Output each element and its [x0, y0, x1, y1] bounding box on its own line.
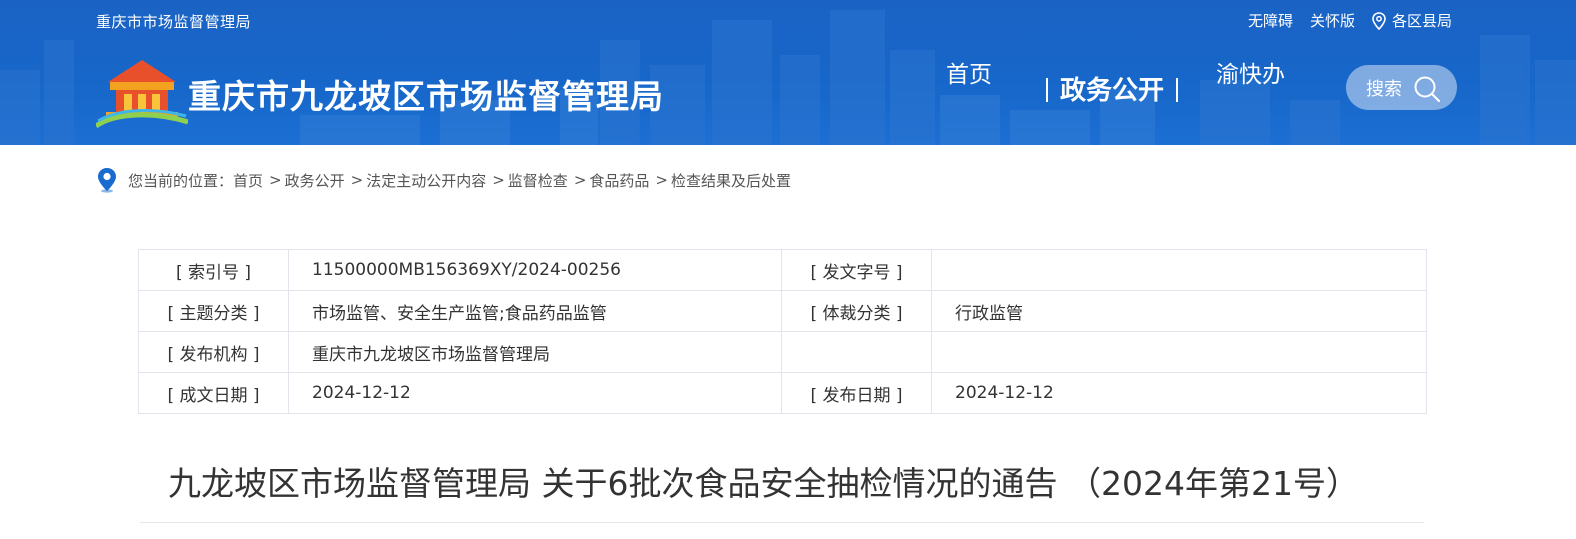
genre-label: [ 体裁分类 ]: [781, 290, 932, 332]
breadcrumb-food-drug[interactable]: 食品药品: [589, 170, 649, 191]
empty-label: [781, 331, 932, 373]
written-date-value: 2024-12-12: [288, 372, 782, 414]
breadcrumb-results[interactable]: 检查结果及后处置: [671, 170, 791, 191]
publisher-label: [ 发布机构 ]: [138, 331, 289, 373]
index-number-value: 11500000MB156369XY/2024-00256: [288, 249, 782, 291]
nav-gov-open-label: 政务公开: [1060, 76, 1165, 106]
table-row: [ 索引号 ] 11500000MB156369XY/2024-00256 [ …: [138, 249, 1427, 291]
publish-date-value: 2024-12-12: [931, 372, 1427, 414]
publisher-value: 重庆市九龙坡区市场监督管理局: [288, 331, 782, 373]
breadcrumb-location-icon: [98, 168, 116, 193]
breadcrumb-separator: >: [492, 171, 505, 189]
breadcrumb-separator: >: [269, 171, 282, 189]
breadcrumb: 您当前的位置： 首页 > 政务公开 > 法定主动公开内容 > 监督检查 > 食品…: [96, 167, 791, 193]
index-number-label: [ 索引号 ]: [138, 249, 289, 291]
site-header: 重庆市市场监督管理局 无障碍 关怀版 各区县局 重庆市九龙坡区市场监督管理局 首…: [0, 0, 1576, 145]
site-name[interactable]: 重庆市九龙坡区市场监督管理局: [188, 70, 664, 118]
empty-value: [931, 331, 1427, 373]
nav-separator: [1046, 78, 1048, 102]
written-date-label: [ 成文日期 ]: [138, 372, 289, 414]
article-title: 九龙坡区市场监督管理局 关于6批次食品安全抽检情况的通告 （2024年第21号）: [168, 464, 1359, 503]
nav-gov-open[interactable]: 政务公开: [1034, 70, 1194, 107]
table-row: [ 主题分类 ] 市场监管、安全生产监管;食品药品监管 [ 体裁分类 ] 行政监…: [138, 290, 1427, 332]
districts-link[interactable]: 各区县局: [1372, 10, 1452, 31]
nav-separator: [1176, 78, 1179, 102]
top-links: 无障碍 关怀版 各区县局: [1231, 10, 1452, 31]
search-button[interactable]: 搜索: [1346, 65, 1457, 110]
search-icon: [1414, 76, 1441, 103]
breadcrumb-statutory-content[interactable]: 法定主动公开内容: [366, 170, 486, 191]
table-row: [ 发布机构 ] 重庆市九龙坡区市场监督管理局: [138, 331, 1427, 373]
breadcrumb-gov-open[interactable]: 政务公开: [285, 170, 345, 191]
table-row: [ 成文日期 ] 2024-12-12 [ 发布日期 ] 2024-12-12: [138, 372, 1427, 414]
care-mode-link[interactable]: 关怀版: [1310, 10, 1355, 31]
breadcrumb-inspection[interactable]: 监督检查: [508, 170, 568, 191]
accessibility-link[interactable]: 无障碍: [1248, 10, 1293, 31]
breadcrumb-separator: >: [655, 171, 668, 189]
breadcrumb-prefix: 您当前的位置：: [128, 171, 234, 190]
topic-label: [ 主题分类 ]: [138, 290, 289, 332]
document-number-label: [ 发文字号 ]: [781, 249, 932, 291]
nav-yu-kuai-ban[interactable]: 渝快办: [1216, 55, 1296, 89]
document-number-value: [931, 249, 1427, 291]
publish-date-label: [ 发布日期 ]: [781, 372, 932, 414]
genre-value: 行政监管: [931, 290, 1427, 332]
breadcrumb-home[interactable]: 首页: [233, 170, 263, 191]
districts-label: 各区县局: [1391, 12, 1452, 30]
breadcrumb-separator: >: [573, 171, 587, 189]
title-divider: [140, 522, 1424, 523]
search-label: 搜索: [1366, 78, 1402, 100]
location-pin-icon: [1372, 11, 1386, 30]
document-meta-table: [ 索引号 ] 11500000MB156369XY/2024-00256 [ …: [138, 249, 1427, 414]
breadcrumb-separator: >: [350, 171, 364, 189]
logo-emblem-icon[interactable]: [96, 54, 188, 128]
parent-agency-name[interactable]: 重庆市市场监督管理局: [96, 11, 251, 32]
topic-value: 市场监管、安全生产监管;食品药品监管: [288, 290, 782, 332]
nav-home[interactable]: 首页: [946, 55, 1006, 89]
